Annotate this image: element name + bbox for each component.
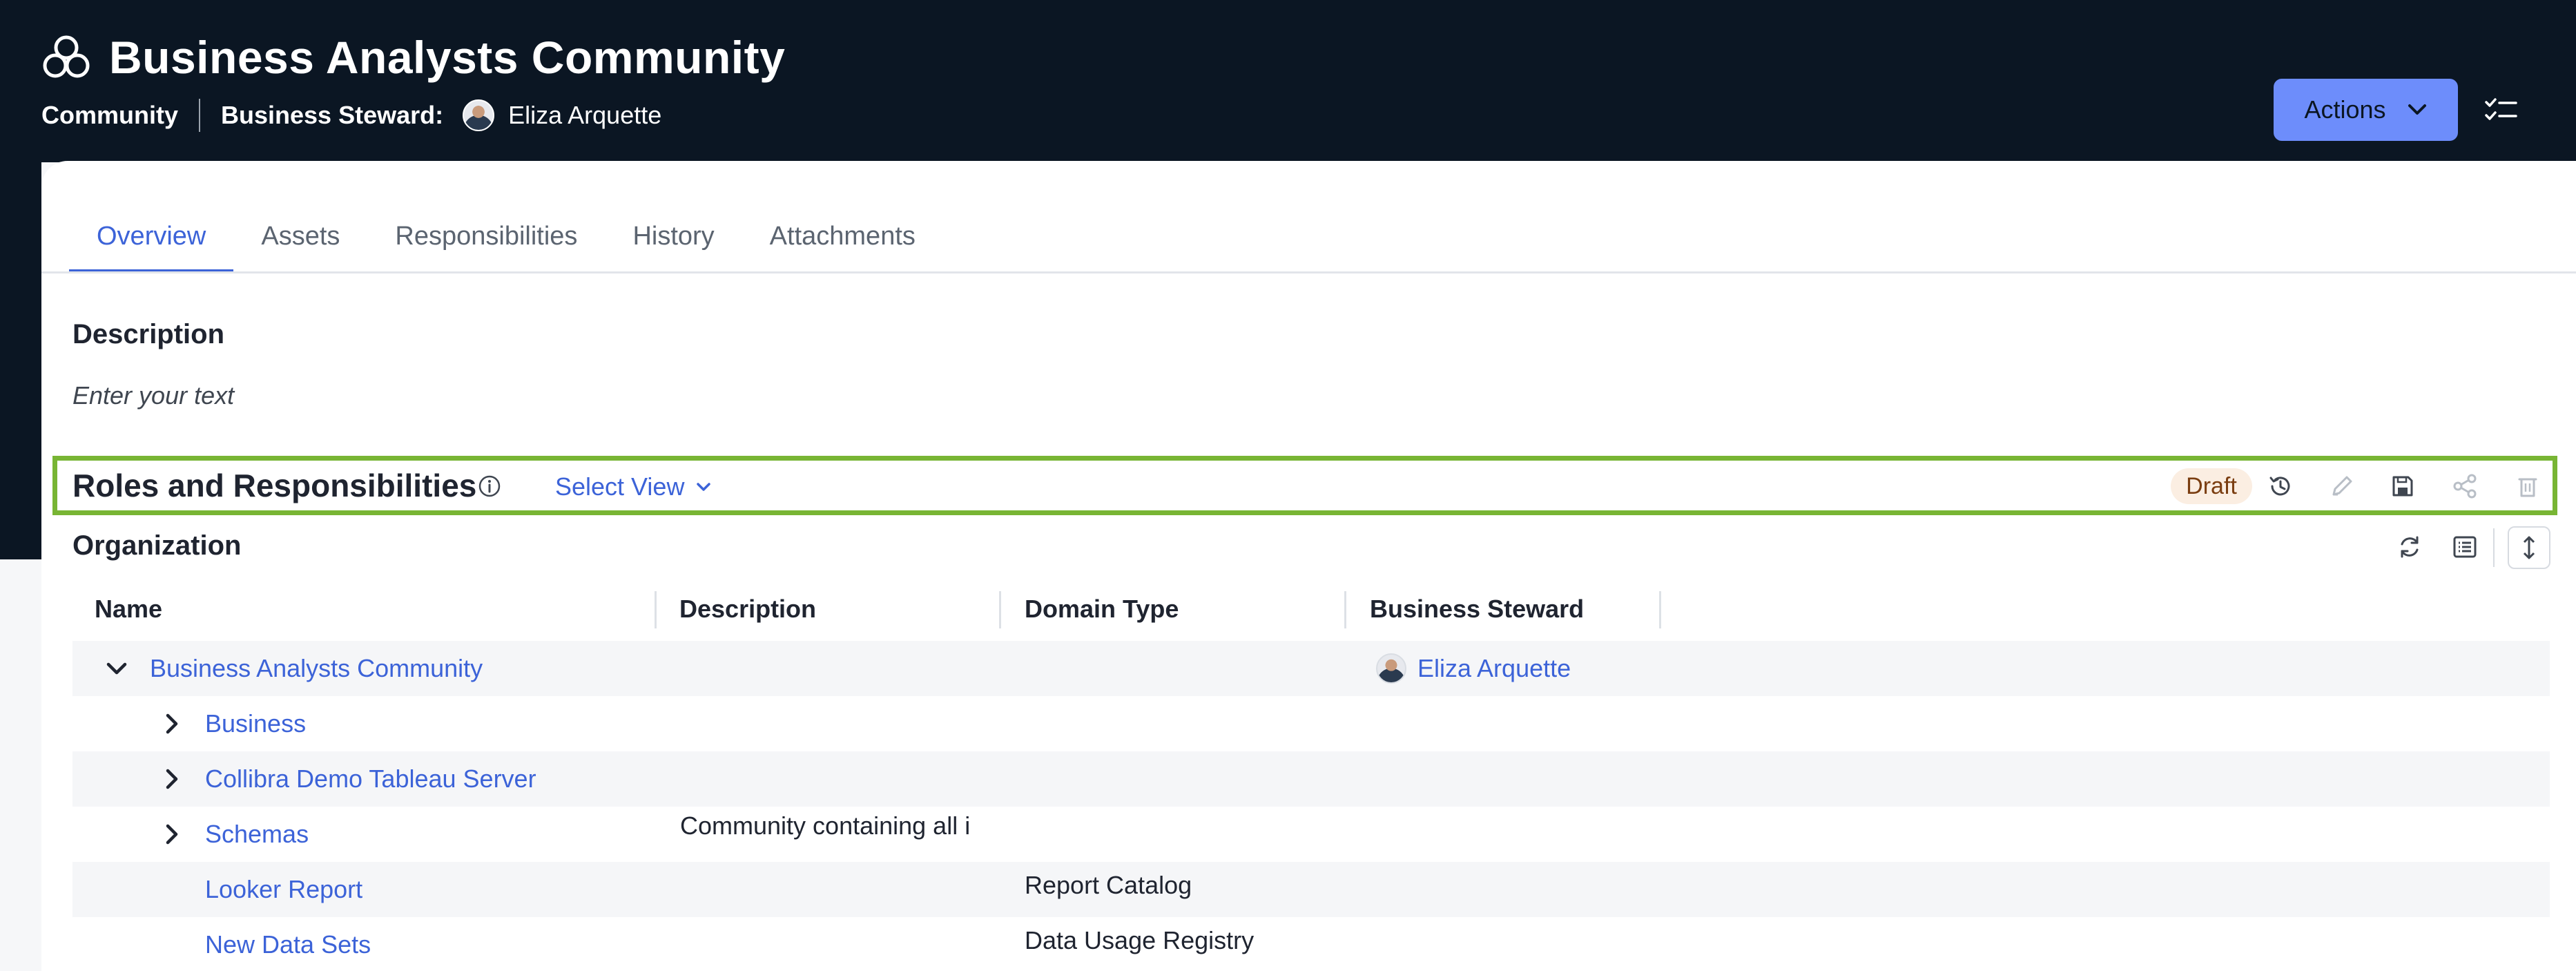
row-domain-type: Report Catalog — [1025, 871, 1192, 899]
refresh-icon[interactable] — [2396, 533, 2423, 561]
vertical-resize-icon — [2523, 536, 2535, 559]
organization-title: Organization — [72, 530, 242, 561]
actions-label: Actions — [2304, 95, 2386, 124]
row-name-link[interactable]: Collibra Demo Tableau Server — [205, 751, 536, 807]
table-row: Business — [72, 696, 2550, 751]
info-icon[interactable] — [477, 474, 502, 499]
asset-meta: Community Business Steward: Eliza Arquet… — [41, 94, 661, 137]
toolbar-divider — [2493, 528, 2495, 567]
row-name-link[interactable]: New Data Sets — [205, 917, 371, 971]
meta-divider — [199, 99, 200, 132]
chevron-right-icon[interactable] — [158, 710, 186, 738]
share-icon[interactable] — [2451, 472, 2479, 500]
column-header-description[interactable]: Description — [679, 588, 816, 630]
title-row: Business Analysts Community — [41, 26, 785, 88]
tab-attachments[interactable]: Attachments — [742, 200, 943, 273]
expand-rows-button[interactable] — [2508, 526, 2550, 569]
history-icon[interactable] — [2267, 472, 2294, 500]
steward-cell: Eliza Arquette — [1376, 641, 1571, 696]
save-icon[interactable] — [2389, 472, 2417, 500]
row-name-link[interactable]: Schemas — [205, 807, 309, 862]
table-row: Schemas Community containing all i — [72, 807, 2550, 862]
column-resizer[interactable] — [999, 591, 1001, 628]
tab-overview[interactable]: Overview — [69, 200, 234, 273]
tasks-icon[interactable] — [2484, 97, 2519, 124]
description-input[interactable]: Enter your text — [72, 381, 234, 410]
actions-button[interactable]: Actions — [2274, 79, 2458, 141]
chevron-right-icon[interactable] — [158, 820, 186, 848]
community-icon — [43, 35, 90, 78]
table-row: Business Analysts Community Eliza Arquet… — [72, 641, 2550, 696]
role-label: Business Steward: — [221, 101, 444, 129]
tab-history[interactable]: History — [605, 200, 742, 273]
table-settings-icon[interactable] — [2451, 533, 2479, 561]
column-header-business-steward[interactable]: Business Steward — [1370, 588, 1584, 630]
chevron-down-icon[interactable] — [103, 655, 130, 682]
avatar — [463, 99, 495, 131]
column-header-name[interactable]: Name — [95, 588, 162, 630]
column-resizer[interactable] — [1344, 591, 1346, 628]
description-title: Description — [72, 319, 225, 349]
row-name-link[interactable]: Business Analysts Community — [150, 641, 483, 696]
row-name-link[interactable]: Business — [205, 696, 306, 751]
page-title: Business Analysts Community — [109, 32, 786, 83]
column-header-domain-type[interactable]: Domain Type — [1025, 588, 1179, 630]
table-header: Name Description Domain Type Business St… — [72, 588, 2550, 630]
tab-responsibilities[interactable]: Responsibilities — [367, 200, 605, 273]
row-name-link[interactable]: Looker Report — [205, 862, 362, 917]
asset-type: Community — [41, 101, 178, 129]
edit-icon[interactable] — [2328, 472, 2356, 500]
table-row: New Data Sets Data Usage Registry — [72, 917, 2550, 971]
roles-title: Roles and Responsibilities — [72, 468, 477, 503]
tab-assets[interactable]: Assets — [233, 200, 367, 273]
steward-name[interactable]: Eliza Arquette — [508, 101, 661, 130]
select-view-label: Select View — [555, 472, 685, 501]
avatar — [1376, 653, 1406, 684]
chevron-down-icon — [2408, 104, 2426, 115]
delete-icon[interactable] — [2514, 472, 2541, 500]
column-resizer[interactable] — [655, 591, 657, 628]
steward-link[interactable]: Eliza Arquette — [1417, 654, 1571, 683]
chevron-down-icon — [697, 483, 711, 491]
table-row: Collibra Demo Tableau Server — [72, 751, 2550, 807]
header-backdrop — [0, 162, 41, 559]
status-badge: Draft — [2171, 468, 2252, 504]
chevron-right-icon[interactable] — [158, 765, 186, 793]
select-view-dropdown[interactable]: Select View — [555, 471, 712, 503]
table-row: Looker Report Report Catalog — [72, 862, 2550, 917]
row-domain-type: Data Usage Registry — [1025, 926, 1255, 954]
column-resizer[interactable] — [1659, 591, 1661, 628]
tab-bar: Overview Assets Responsibilities History… — [69, 200, 943, 273]
tab-divider — [41, 271, 2576, 273]
row-description: Community containing all i — [680, 811, 971, 840]
